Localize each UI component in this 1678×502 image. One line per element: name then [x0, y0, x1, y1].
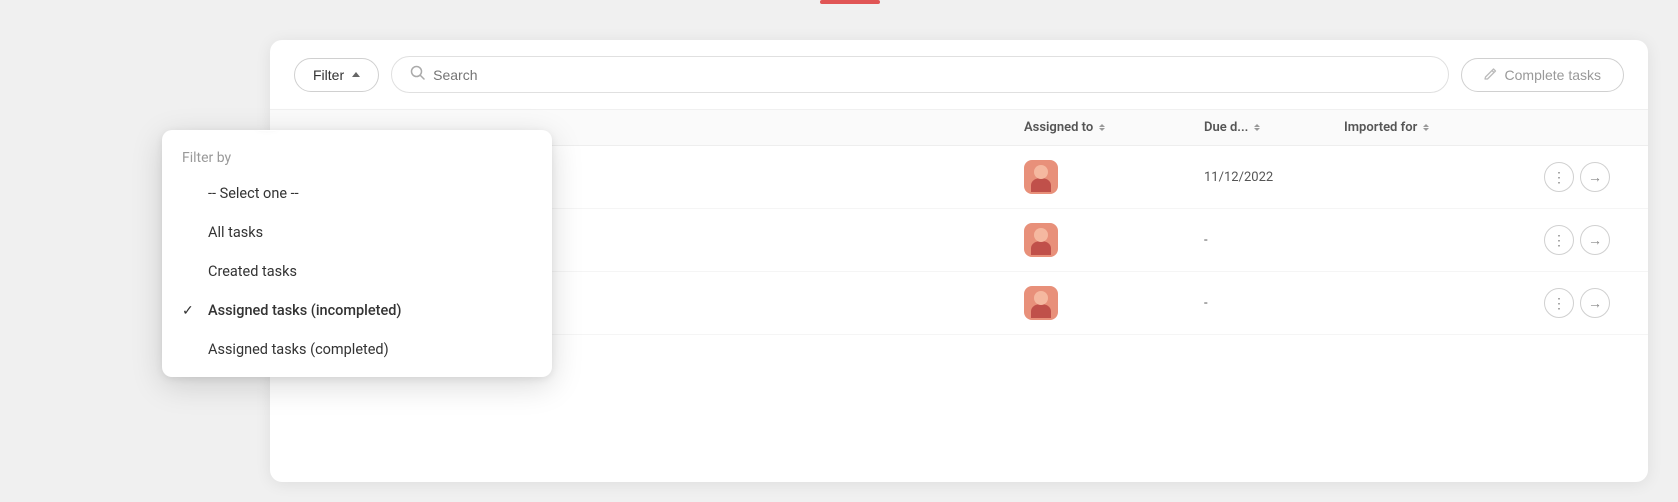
check-placeholder: [182, 186, 198, 202]
row-actions-2: ⋮ →: [1544, 225, 1624, 255]
dropdown-item-assigned-completed[interactable]: Assigned tasks (completed): [162, 330, 552, 369]
check-placeholder-3: [182, 264, 198, 280]
row-assigned-2: [1024, 223, 1204, 257]
sort-due-icon: [1254, 124, 1260, 131]
page-container: Filter Compl: [0, 0, 1678, 502]
more-options-button-2[interactable]: ⋮: [1544, 225, 1574, 255]
sort-imported-icon: [1423, 124, 1429, 131]
avatar-2: [1024, 223, 1058, 257]
search-icon: [410, 65, 425, 84]
more-options-button-3[interactable]: ⋮: [1544, 288, 1574, 318]
row-assigned-3: [1024, 286, 1204, 320]
dropdown-item-assigned-incompleted[interactable]: ✓ Assigned tasks (incompleted): [162, 291, 552, 330]
navigate-button-3[interactable]: →: [1580, 288, 1610, 318]
th-due[interactable]: Due d...: [1204, 120, 1344, 135]
search-bar: [391, 56, 1448, 93]
filter-button[interactable]: Filter: [294, 58, 379, 92]
th-assigned[interactable]: Assigned to: [1024, 120, 1204, 135]
avatar-3: [1024, 286, 1058, 320]
toolbar: Filter Compl: [270, 40, 1648, 110]
filter-label: Filter: [313, 67, 344, 83]
navigate-button-1[interactable]: →: [1580, 162, 1610, 192]
complete-tasks-button[interactable]: Complete tasks: [1461, 58, 1624, 92]
check-placeholder-5: [182, 342, 198, 358]
more-options-button-1[interactable]: ⋮: [1544, 162, 1574, 192]
check-placeholder-2: [182, 225, 198, 241]
dropdown-item-created-tasks[interactable]: Created tasks: [162, 252, 552, 291]
th-imported[interactable]: Imported for: [1344, 120, 1544, 135]
dropdown-item-select-one[interactable]: -- Select one --: [162, 174, 552, 213]
checkmark-icon: ✓: [182, 303, 198, 319]
arrow-up-icon: [352, 72, 360, 77]
navigate-button-2[interactable]: →: [1580, 225, 1610, 255]
dropdown-item-all-tasks[interactable]: All tasks: [162, 213, 552, 252]
red-bar: [820, 0, 880, 4]
sort-assigned-icon: [1099, 124, 1105, 131]
row-actions-3: ⋮ →: [1544, 288, 1624, 318]
row-assigned-1: [1024, 160, 1204, 194]
filter-dropdown: Filter by -- Select one -- All tasks Cre…: [162, 130, 552, 377]
row-actions-1: ⋮ →: [1544, 162, 1624, 192]
complete-tasks-label: Complete tasks: [1505, 67, 1601, 83]
row-due-1: 11/12/2022: [1204, 170, 1344, 185]
dropdown-arrow: [257, 130, 277, 131]
pencil-icon: [1484, 67, 1497, 83]
row-due-2: -: [1204, 233, 1344, 248]
search-input[interactable]: [433, 67, 1429, 83]
row-due-3: -: [1204, 296, 1344, 311]
avatar-1: [1024, 160, 1058, 194]
dropdown-header: Filter by: [162, 138, 552, 174]
